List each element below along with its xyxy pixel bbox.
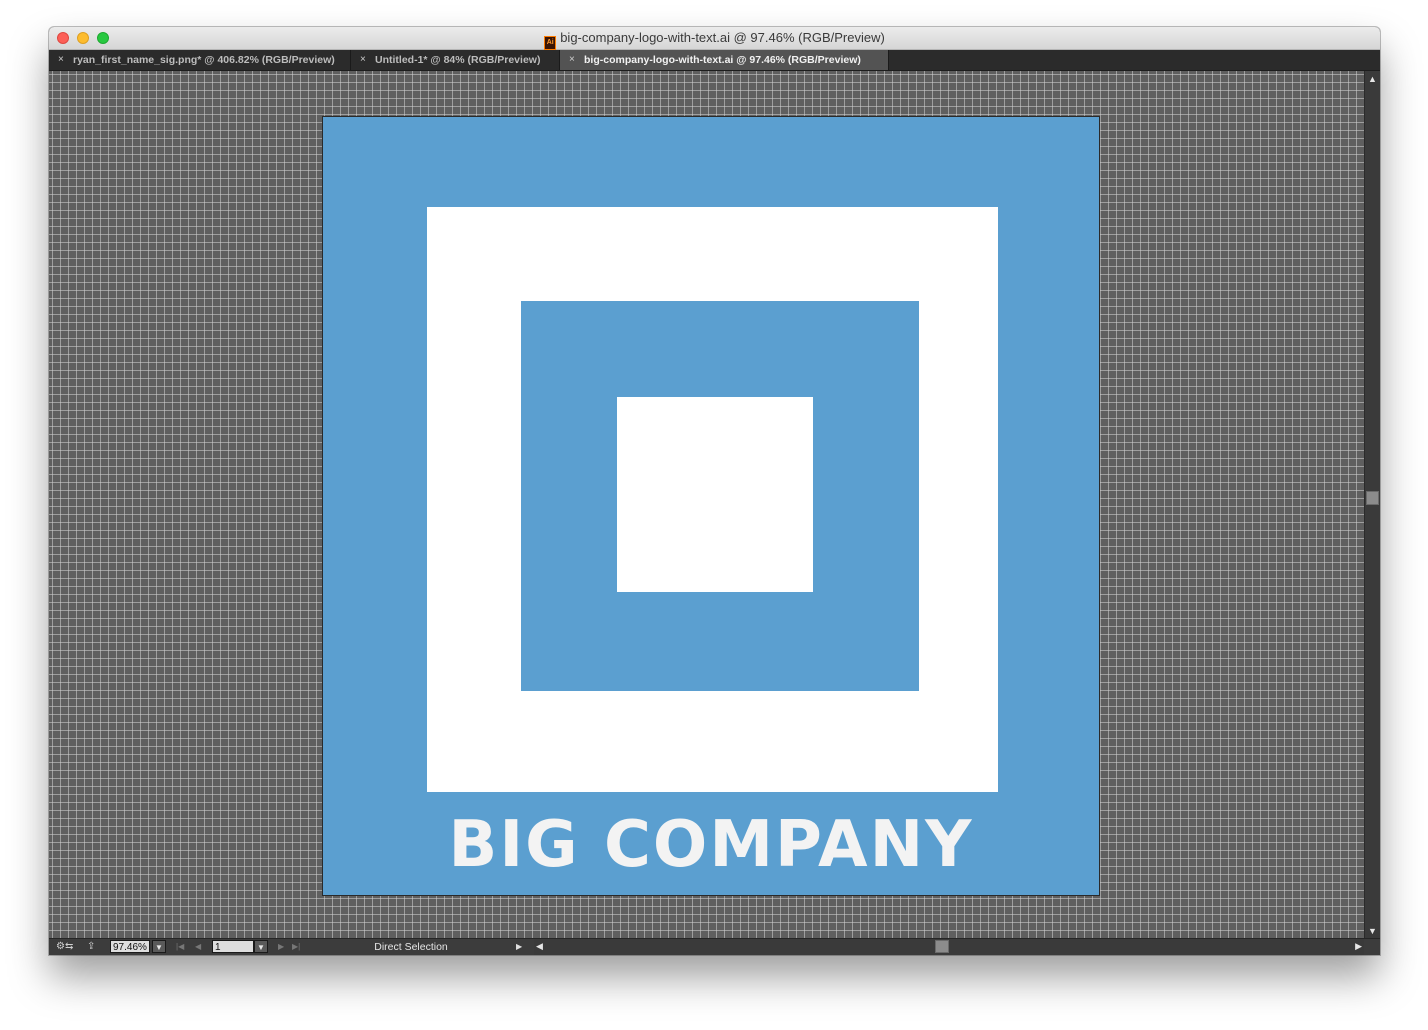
logo-inner-white-square[interactable] bbox=[617, 397, 813, 592]
first-page-icon[interactable]: |◀ bbox=[176, 940, 184, 953]
canvas-area[interactable]: BIG COMPANY bbox=[49, 71, 1364, 939]
scroll-up-icon[interactable]: ▲ bbox=[1368, 74, 1377, 84]
app-window: Ai big-company-logo-with-text.ai @ 97.46%… bbox=[49, 27, 1380, 955]
close-tab-icon[interactable]: × bbox=[360, 50, 366, 70]
share-icon[interactable]: ⇪ bbox=[87, 941, 95, 952]
logo-text[interactable]: BIG COMPANY bbox=[323, 805, 1099, 885]
window-title-wrap: Ai big-company-logo-with-text.ai @ 97.46%… bbox=[49, 30, 1380, 50]
document-tab-bar: × ryan_first_name_sig.png* @ 406.82% (RG… bbox=[49, 50, 1380, 71]
title-bar: Ai big-company-logo-with-text.ai @ 97.46%… bbox=[49, 27, 1380, 50]
zoom-level-field[interactable]: 97.46% bbox=[110, 940, 150, 953]
window-title: big-company-logo-with-text.ai @ 97.46% (… bbox=[560, 30, 885, 45]
close-tab-icon[interactable]: × bbox=[569, 50, 575, 70]
vertical-scroll-thumb[interactable] bbox=[1366, 491, 1379, 505]
next-page-icon[interactable]: ▶ bbox=[278, 940, 284, 953]
illustrator-file-icon: Ai bbox=[544, 36, 557, 50]
scroll-down-icon[interactable]: ▼ bbox=[1368, 926, 1377, 936]
horizontal-scroll-thumb[interactable] bbox=[935, 940, 949, 953]
last-page-icon[interactable]: ▶| bbox=[292, 940, 300, 953]
tab-label: big-company-logo-with-text.ai @ 97.46% (… bbox=[584, 54, 861, 66]
status-menu-arrow-icon[interactable]: ▶ bbox=[516, 940, 522, 953]
document-tab-1[interactable]: × ryan_first_name_sig.png* @ 406.82% (RG… bbox=[49, 50, 351, 70]
current-tool-status[interactable]: Direct Selection bbox=[311, 939, 511, 955]
previous-page-icon[interactable]: ◀ bbox=[195, 940, 201, 953]
toggle-status-icon[interactable]: ⚙⇆ bbox=[56, 941, 73, 952]
scroll-right-icon[interactable]: ▶ bbox=[1355, 941, 1362, 952]
close-tab-icon[interactable]: × bbox=[58, 50, 64, 70]
status-bar: ⚙⇆ ⇪ 97.46% ▼ |◀ ◀ 1 ▼ ▶ ▶| Direct Selec… bbox=[49, 938, 1380, 955]
scroll-left-icon[interactable]: ◀ bbox=[536, 941, 543, 952]
horizontal-scrollbar[interactable]: ◀ ▶ bbox=[534, 939, 1364, 955]
vertical-scrollbar[interactable]: ▲ ▼ bbox=[1364, 71, 1380, 939]
tab-label: ryan_first_name_sig.png* @ 406.82% (RGB/… bbox=[73, 54, 335, 66]
zoom-dropdown-icon[interactable]: ▼ bbox=[152, 940, 166, 953]
document-tab-2[interactable]: × Untitled-1* @ 84% (RGB/Preview) bbox=[351, 50, 560, 70]
document-tab-3[interactable]: × big-company-logo-with-text.ai @ 97.46%… bbox=[560, 50, 889, 70]
tab-label: Untitled-1* @ 84% (RGB/Preview) bbox=[375, 54, 541, 66]
page-dropdown-icon[interactable]: ▼ bbox=[254, 940, 268, 953]
artboard[interactable]: BIG COMPANY bbox=[322, 116, 1100, 896]
page-number-field[interactable]: 1 bbox=[212, 940, 254, 953]
